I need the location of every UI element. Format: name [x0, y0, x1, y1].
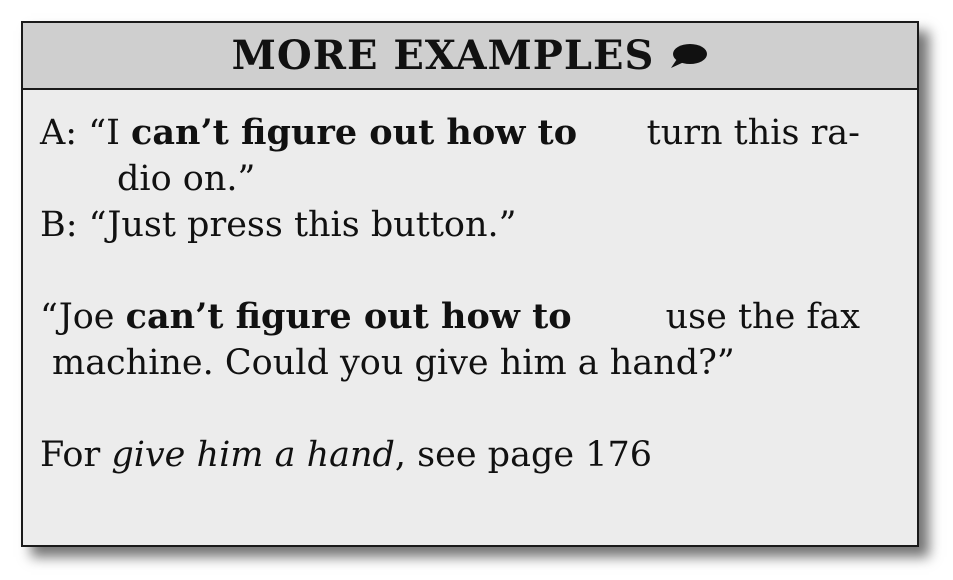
reference-phrase: give him a hand: [111, 435, 395, 475]
example-a-rest: turn this ra-: [646, 113, 860, 153]
example-a-line: A: “I can’t figure out how to turn this …: [40, 110, 860, 156]
header-title: MORE EXAMPLES: [231, 32, 655, 79]
example-b-line: B: “Just press this button.”: [40, 205, 517, 245]
speech-bubble-icon: [671, 43, 708, 68]
phrase-bold: can’t figure out how to: [131, 112, 578, 153]
example-joe-line: “Joe can’t figure out how to use the fax: [40, 294, 860, 340]
example-a-prefix: A: “I can’t figure out how to: [40, 112, 578, 153]
example-joe-continuation: machine. Could you give him a hand?”: [52, 343, 735, 383]
examples-content: A: “I can’t figure out how to turn this …: [40, 110, 860, 478]
phrase-bold: can’t figure out how to: [125, 296, 572, 337]
box-header: MORE EXAMPLES: [23, 23, 917, 90]
example-joe-prefix: “Joe can’t figure out how to: [40, 296, 572, 337]
example-a-continuation: dio on.”: [117, 159, 256, 199]
reference-line: For give him a hand, see page 176: [40, 435, 653, 475]
example-joe-rest: use the fax: [665, 297, 860, 337]
